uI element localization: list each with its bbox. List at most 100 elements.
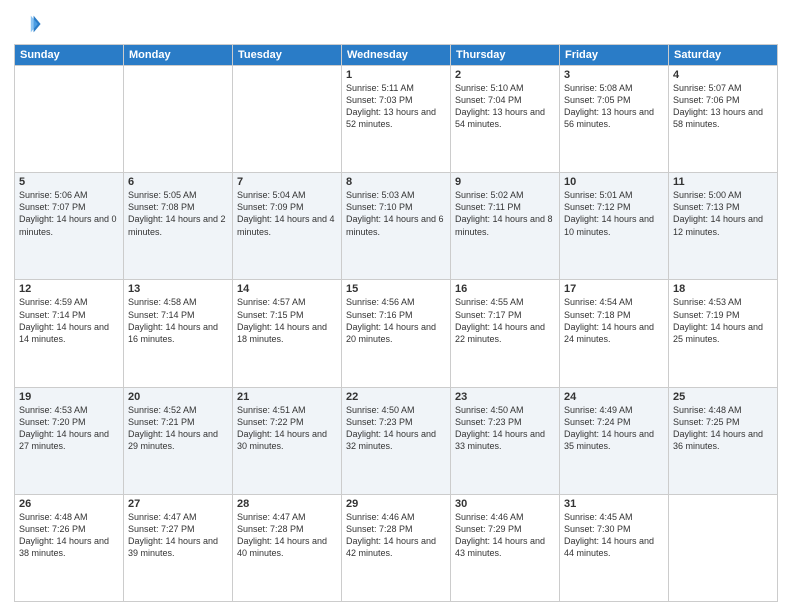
day-info: Sunrise: 4:46 AMSunset: 7:29 PMDaylight:… bbox=[455, 511, 555, 560]
day-header-thursday: Thursday bbox=[451, 45, 560, 66]
day-number: 21 bbox=[237, 391, 337, 403]
calendar-cell: 21Sunrise: 4:51 AMSunset: 7:22 PMDayligh… bbox=[233, 387, 342, 494]
day-number: 6 bbox=[128, 176, 228, 188]
calendar-cell: 4Sunrise: 5:07 AMSunset: 7:06 PMDaylight… bbox=[669, 66, 778, 173]
day-info: Sunrise: 4:52 AMSunset: 7:21 PMDaylight:… bbox=[128, 404, 228, 453]
logo-icon bbox=[14, 10, 42, 38]
day-number: 1 bbox=[346, 69, 446, 81]
calendar-header-row: SundayMondayTuesdayWednesdayThursdayFrid… bbox=[15, 45, 778, 66]
calendar-cell: 30Sunrise: 4:46 AMSunset: 7:29 PMDayligh… bbox=[451, 494, 560, 601]
day-info: Sunrise: 4:57 AMSunset: 7:15 PMDaylight:… bbox=[237, 296, 337, 345]
calendar-cell: 3Sunrise: 5:08 AMSunset: 7:05 PMDaylight… bbox=[560, 66, 669, 173]
day-info: Sunrise: 4:54 AMSunset: 7:18 PMDaylight:… bbox=[564, 296, 664, 345]
day-header-tuesday: Tuesday bbox=[233, 45, 342, 66]
day-number: 23 bbox=[455, 391, 555, 403]
day-number: 17 bbox=[564, 283, 664, 295]
day-number: 15 bbox=[346, 283, 446, 295]
calendar-cell: 18Sunrise: 4:53 AMSunset: 7:19 PMDayligh… bbox=[669, 280, 778, 387]
day-number: 13 bbox=[128, 283, 228, 295]
day-number: 7 bbox=[237, 176, 337, 188]
day-number: 26 bbox=[19, 498, 119, 510]
calendar-week-3: 19Sunrise: 4:53 AMSunset: 7:20 PMDayligh… bbox=[15, 387, 778, 494]
day-number: 5 bbox=[19, 176, 119, 188]
day-number: 3 bbox=[564, 69, 664, 81]
day-number: 29 bbox=[346, 498, 446, 510]
day-number: 16 bbox=[455, 283, 555, 295]
calendar-cell: 10Sunrise: 5:01 AMSunset: 7:12 PMDayligh… bbox=[560, 173, 669, 280]
day-header-monday: Monday bbox=[124, 45, 233, 66]
calendar-cell: 20Sunrise: 4:52 AMSunset: 7:21 PMDayligh… bbox=[124, 387, 233, 494]
calendar-cell: 26Sunrise: 4:48 AMSunset: 7:26 PMDayligh… bbox=[15, 494, 124, 601]
calendar-week-4: 26Sunrise: 4:48 AMSunset: 7:26 PMDayligh… bbox=[15, 494, 778, 601]
calendar-cell: 28Sunrise: 4:47 AMSunset: 7:28 PMDayligh… bbox=[233, 494, 342, 601]
day-info: Sunrise: 5:06 AMSunset: 7:07 PMDaylight:… bbox=[19, 189, 119, 238]
calendar-cell: 31Sunrise: 4:45 AMSunset: 7:30 PMDayligh… bbox=[560, 494, 669, 601]
day-number: 20 bbox=[128, 391, 228, 403]
day-info: Sunrise: 4:50 AMSunset: 7:23 PMDaylight:… bbox=[455, 404, 555, 453]
logo bbox=[14, 10, 46, 38]
day-number: 2 bbox=[455, 69, 555, 81]
calendar-week-2: 12Sunrise: 4:59 AMSunset: 7:14 PMDayligh… bbox=[15, 280, 778, 387]
day-info: Sunrise: 4:56 AMSunset: 7:16 PMDaylight:… bbox=[346, 296, 446, 345]
day-info: Sunrise: 5:05 AMSunset: 7:08 PMDaylight:… bbox=[128, 189, 228, 238]
day-info: Sunrise: 5:03 AMSunset: 7:10 PMDaylight:… bbox=[346, 189, 446, 238]
calendar-cell: 14Sunrise: 4:57 AMSunset: 7:15 PMDayligh… bbox=[233, 280, 342, 387]
day-info: Sunrise: 4:53 AMSunset: 7:20 PMDaylight:… bbox=[19, 404, 119, 453]
calendar-cell bbox=[669, 494, 778, 601]
calendar-cell: 7Sunrise: 5:04 AMSunset: 7:09 PMDaylight… bbox=[233, 173, 342, 280]
day-info: Sunrise: 4:50 AMSunset: 7:23 PMDaylight:… bbox=[346, 404, 446, 453]
calendar-cell: 11Sunrise: 5:00 AMSunset: 7:13 PMDayligh… bbox=[669, 173, 778, 280]
header bbox=[14, 10, 778, 38]
day-number: 28 bbox=[237, 498, 337, 510]
calendar-cell: 16Sunrise: 4:55 AMSunset: 7:17 PMDayligh… bbox=[451, 280, 560, 387]
day-number: 12 bbox=[19, 283, 119, 295]
calendar-cell: 6Sunrise: 5:05 AMSunset: 7:08 PMDaylight… bbox=[124, 173, 233, 280]
calendar-table: SundayMondayTuesdayWednesdayThursdayFrid… bbox=[14, 44, 778, 602]
calendar-week-1: 5Sunrise: 5:06 AMSunset: 7:07 PMDaylight… bbox=[15, 173, 778, 280]
day-info: Sunrise: 4:48 AMSunset: 7:25 PMDaylight:… bbox=[673, 404, 773, 453]
calendar-cell bbox=[233, 66, 342, 173]
calendar-cell bbox=[15, 66, 124, 173]
day-info: Sunrise: 4:47 AMSunset: 7:28 PMDaylight:… bbox=[237, 511, 337, 560]
day-info: Sunrise: 5:08 AMSunset: 7:05 PMDaylight:… bbox=[564, 82, 664, 131]
calendar-cell: 24Sunrise: 4:49 AMSunset: 7:24 PMDayligh… bbox=[560, 387, 669, 494]
day-number: 10 bbox=[564, 176, 664, 188]
day-info: Sunrise: 4:55 AMSunset: 7:17 PMDaylight:… bbox=[455, 296, 555, 345]
day-info: Sunrise: 4:53 AMSunset: 7:19 PMDaylight:… bbox=[673, 296, 773, 345]
day-number: 30 bbox=[455, 498, 555, 510]
calendar-cell: 2Sunrise: 5:10 AMSunset: 7:04 PMDaylight… bbox=[451, 66, 560, 173]
page: SundayMondayTuesdayWednesdayThursdayFrid… bbox=[0, 0, 792, 612]
day-number: 14 bbox=[237, 283, 337, 295]
calendar-cell: 23Sunrise: 4:50 AMSunset: 7:23 PMDayligh… bbox=[451, 387, 560, 494]
calendar-cell: 25Sunrise: 4:48 AMSunset: 7:25 PMDayligh… bbox=[669, 387, 778, 494]
day-info: Sunrise: 4:49 AMSunset: 7:24 PMDaylight:… bbox=[564, 404, 664, 453]
day-number: 31 bbox=[564, 498, 664, 510]
day-number: 19 bbox=[19, 391, 119, 403]
calendar-cell: 8Sunrise: 5:03 AMSunset: 7:10 PMDaylight… bbox=[342, 173, 451, 280]
calendar-cell: 1Sunrise: 5:11 AMSunset: 7:03 PMDaylight… bbox=[342, 66, 451, 173]
day-number: 25 bbox=[673, 391, 773, 403]
day-info: Sunrise: 5:07 AMSunset: 7:06 PMDaylight:… bbox=[673, 82, 773, 131]
day-number: 11 bbox=[673, 176, 773, 188]
calendar-cell: 9Sunrise: 5:02 AMSunset: 7:11 PMDaylight… bbox=[451, 173, 560, 280]
day-header-friday: Friday bbox=[560, 45, 669, 66]
calendar-cell: 17Sunrise: 4:54 AMSunset: 7:18 PMDayligh… bbox=[560, 280, 669, 387]
day-number: 18 bbox=[673, 283, 773, 295]
day-header-sunday: Sunday bbox=[15, 45, 124, 66]
calendar-week-0: 1Sunrise: 5:11 AMSunset: 7:03 PMDaylight… bbox=[15, 66, 778, 173]
calendar-cell: 13Sunrise: 4:58 AMSunset: 7:14 PMDayligh… bbox=[124, 280, 233, 387]
calendar-cell: 15Sunrise: 4:56 AMSunset: 7:16 PMDayligh… bbox=[342, 280, 451, 387]
day-info: Sunrise: 4:51 AMSunset: 7:22 PMDaylight:… bbox=[237, 404, 337, 453]
calendar-cell: 29Sunrise: 4:46 AMSunset: 7:28 PMDayligh… bbox=[342, 494, 451, 601]
day-header-saturday: Saturday bbox=[669, 45, 778, 66]
day-info: Sunrise: 4:59 AMSunset: 7:14 PMDaylight:… bbox=[19, 296, 119, 345]
day-info: Sunrise: 5:04 AMSunset: 7:09 PMDaylight:… bbox=[237, 189, 337, 238]
calendar-cell: 5Sunrise: 5:06 AMSunset: 7:07 PMDaylight… bbox=[15, 173, 124, 280]
day-info: Sunrise: 4:48 AMSunset: 7:26 PMDaylight:… bbox=[19, 511, 119, 560]
day-number: 8 bbox=[346, 176, 446, 188]
calendar-cell: 22Sunrise: 4:50 AMSunset: 7:23 PMDayligh… bbox=[342, 387, 451, 494]
calendar-cell: 27Sunrise: 4:47 AMSunset: 7:27 PMDayligh… bbox=[124, 494, 233, 601]
day-number: 27 bbox=[128, 498, 228, 510]
day-info: Sunrise: 5:00 AMSunset: 7:13 PMDaylight:… bbox=[673, 189, 773, 238]
day-header-wednesday: Wednesday bbox=[342, 45, 451, 66]
